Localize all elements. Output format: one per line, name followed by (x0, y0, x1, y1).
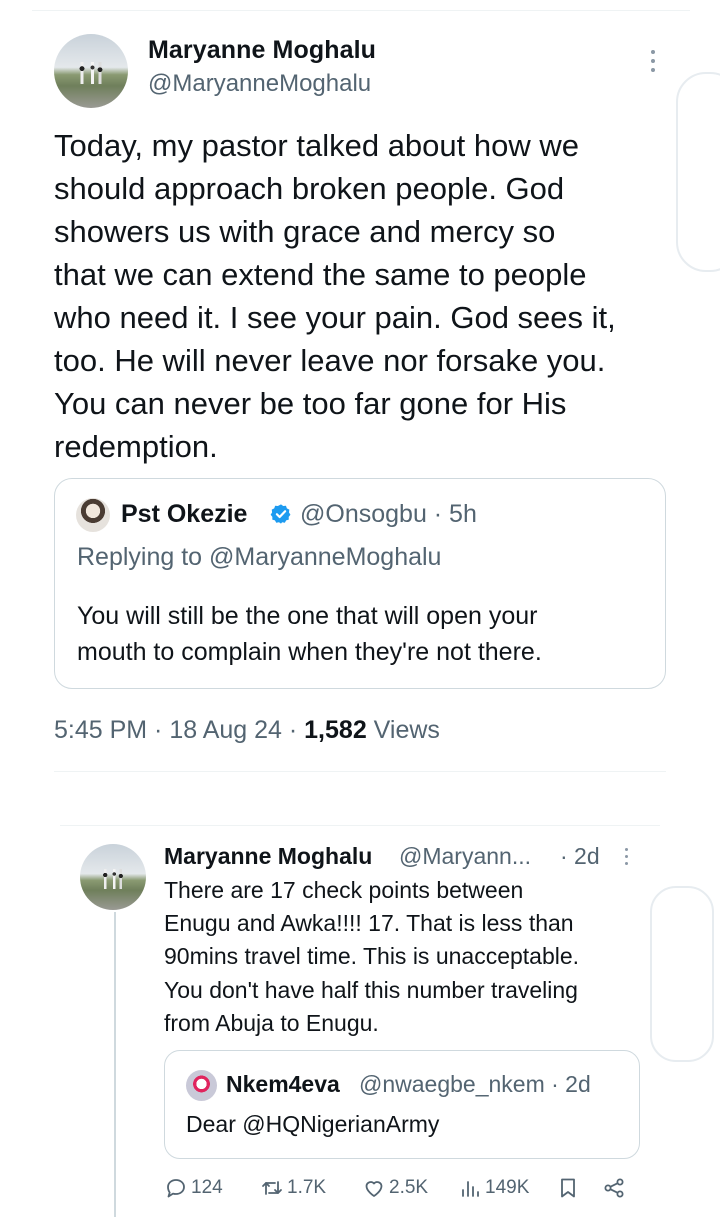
side-panel-edge (650, 886, 714, 1062)
tweet-meta: 5:45 PM · 18 Aug 24 · 1,582 Views (54, 716, 440, 745)
tweet-text-line: who need it. I see your pain. God sees i… (54, 300, 616, 335)
author-name[interactable]: Maryanne Moghalu (148, 36, 376, 65)
thread-tweet-text: There are 17 check points between Enugu … (164, 874, 644, 1040)
like-button[interactable]: 2.5K (362, 1176, 428, 1200)
thread-text-line: You don't have half this number travelin… (164, 976, 578, 1003)
tweet-text-line: redemption. (54, 429, 218, 464)
thread-connector-line (114, 912, 116, 1217)
quoted-author-handle[interactable]: @nwaegbe_nkem · 2d (359, 1071, 591, 1098)
bookmark-icon (561, 1178, 575, 1198)
tweet-text-line: that we can extend the same to people (54, 257, 587, 292)
tweet-text-line: too. He will never leave nor forsake you… (54, 343, 606, 378)
replying-to[interactable]: Replying to @MaryanneMoghalu (77, 543, 441, 572)
reply-button[interactable]: 124 (164, 1176, 223, 1200)
like-count: 2.5K (389, 1177, 429, 1198)
quoted-tweet-card[interactable] (164, 1050, 640, 1159)
tweet-text-line: You can never be too far gone for His (54, 386, 567, 421)
thread-author-name[interactable]: Maryanne Moghalu (164, 843, 372, 870)
author-avatar[interactable] (54, 34, 128, 108)
views-count: 149K (485, 1177, 530, 1198)
quoted-author-avatar[interactable] (76, 498, 110, 532)
views-button[interactable]: 149K (458, 1176, 529, 1200)
share-icon (604, 1178, 624, 1198)
author-handle[interactable]: @MaryanneMoghalu (148, 70, 371, 98)
repost-icon (262, 1181, 282, 1195)
tweet-text: Today, my pastor talked about how we sho… (54, 124, 674, 468)
tweet-text-line: Today, my pastor talked about how we (54, 128, 579, 163)
heart-icon (365, 1181, 383, 1197)
tweet-text-line: showers us with grace and mercy so (54, 214, 556, 249)
views-count: 1,582 (304, 716, 367, 744)
quoted-author-handle[interactable]: @Onsogbu · 5h (300, 500, 477, 529)
share-button[interactable] (602, 1176, 629, 1200)
views-icon (462, 1181, 479, 1197)
more-icon[interactable] (622, 848, 630, 868)
thread-text-line: There are 17 check points between (164, 877, 524, 903)
quoted-text-line: You will still be the one that will open… (77, 602, 538, 630)
bookmark-button[interactable] (556, 1176, 583, 1200)
action-bar: 124 1.7K 2.5K 149K (164, 1176, 644, 1206)
divider (54, 771, 666, 772)
tweet-text-line: should approach broken people. God (54, 171, 565, 206)
more-icon[interactable] (646, 50, 660, 76)
quoted-author-avatar[interactable] (186, 1070, 217, 1101)
thread-author-handle[interactable]: @Maryann... (399, 843, 531, 870)
thread-text-line: from Abuja to Enugu. (164, 1009, 379, 1036)
quoted-tweet-text: Dear @HQNigerianArmy (186, 1111, 440, 1137)
quoted-text-line: mouth to complain when they're not there… (77, 638, 542, 666)
thread-text-line: Enugu and Awka!!!! 17. That is less than (164, 910, 574, 937)
verified-badge-icon (270, 504, 291, 524)
repost-button[interactable]: 1.7K (260, 1176, 326, 1200)
top-divider (32, 10, 690, 11)
repost-count: 1.7K (287, 1177, 327, 1198)
quoted-tweet-text: You will still be the one that will open… (77, 598, 647, 670)
side-panel-edge (676, 72, 720, 272)
tweet-timestamp[interactable]: 5:45 PM · 18 Aug 24 · (54, 716, 304, 744)
thread-tweet-time[interactable]: · 2d (560, 843, 600, 870)
quoted-author-name[interactable]: Pst Okezie (121, 500, 247, 529)
divider (60, 825, 660, 826)
reply-icon (167, 1179, 185, 1198)
views-label: Views (366, 716, 440, 744)
quoted-author-name[interactable]: Nkem4eva (226, 1071, 340, 1098)
thread-text-line: 90mins travel time. This is unacceptable… (164, 943, 580, 970)
reply-count: 124 (191, 1177, 223, 1198)
thread-author-avatar[interactable] (80, 844, 146, 910)
